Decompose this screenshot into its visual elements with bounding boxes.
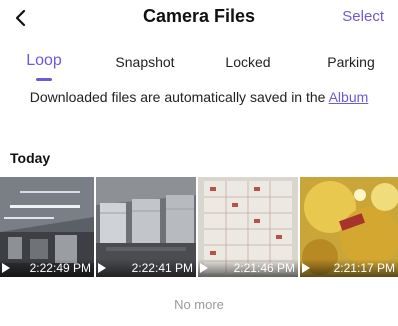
play-icon bbox=[98, 263, 106, 273]
section-title: Today bbox=[10, 150, 51, 166]
album-link[interactable]: Album bbox=[329, 89, 369, 105]
video-time: 2:21:17 PM bbox=[333, 261, 395, 275]
notice-text: Downloaded files are automatically saved… bbox=[29, 89, 326, 105]
file-type-tabs: Loop Snapshot Locked Parking bbox=[0, 50, 398, 84]
video-time: 2:22:49 PM bbox=[29, 261, 91, 275]
play-icon bbox=[302, 263, 310, 273]
play-icon bbox=[2, 263, 10, 273]
tab-snapshot[interactable]: Snapshot bbox=[105, 54, 185, 88]
header: Camera Files Select bbox=[0, 0, 398, 36]
video-thumbnail[interactable]: 2:21:46 PM bbox=[198, 177, 298, 277]
tab-locked[interactable]: Locked bbox=[212, 54, 284, 88]
page-title: Camera Files bbox=[142, 6, 256, 26]
video-time: 2:22:41 PM bbox=[131, 261, 193, 275]
end-of-list-label: No more bbox=[174, 297, 224, 312]
select-button[interactable]: Select bbox=[342, 8, 384, 25]
video-time: 2:21:46 PM bbox=[233, 261, 295, 275]
video-thumbnail[interactable]: 2:22:49 PM bbox=[0, 177, 94, 277]
tab-parking[interactable]: Parking bbox=[316, 54, 386, 88]
camera-files-screen: Camera Files Select Loop Snapshot Locked… bbox=[0, 0, 398, 326]
download-notice: Downloaded files are automatically saved… bbox=[0, 88, 398, 106]
active-tab-indicator bbox=[36, 78, 52, 81]
video-thumbnail[interactable]: 2:21:17 PM bbox=[300, 177, 398, 277]
thumbnail-row: 2:22:49 PM 2:22:41 PM 2:21:46 PM 2:21:17… bbox=[0, 177, 398, 277]
play-icon bbox=[200, 263, 208, 273]
video-thumbnail[interactable]: 2:22:41 PM bbox=[96, 177, 196, 277]
